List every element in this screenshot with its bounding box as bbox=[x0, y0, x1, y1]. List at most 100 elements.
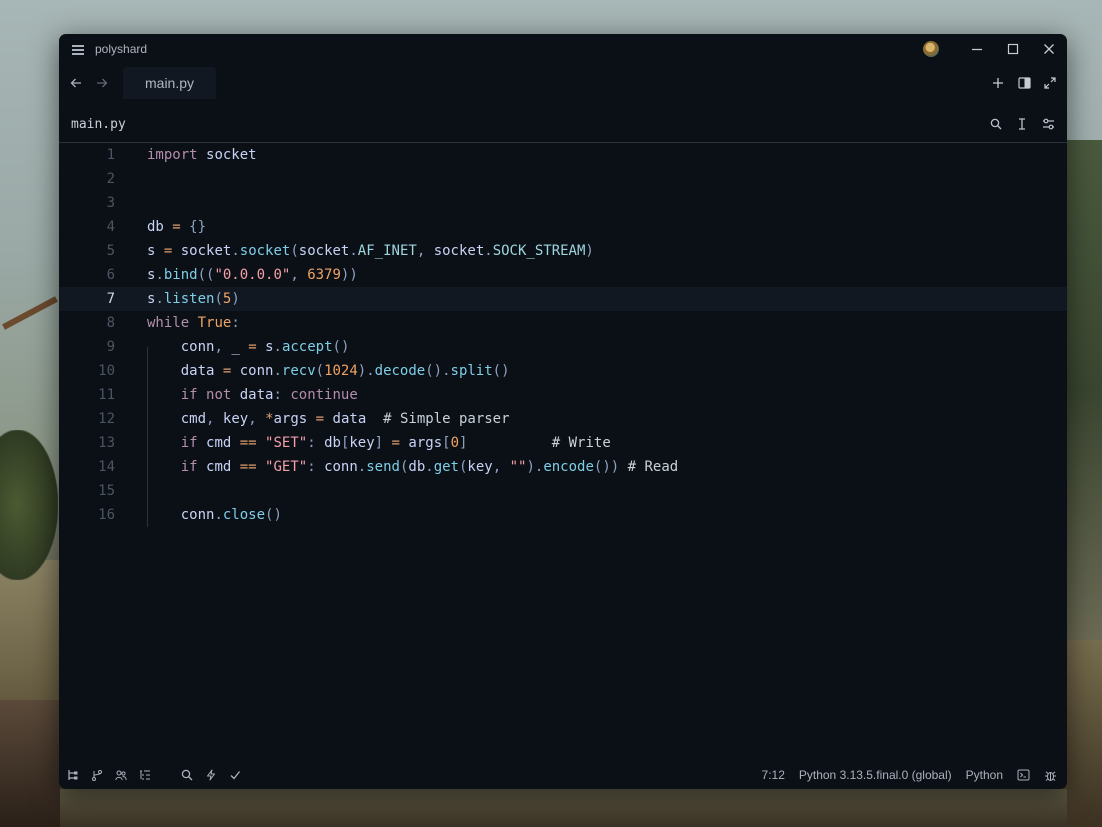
minimize-button[interactable] bbox=[959, 34, 995, 64]
code-token: recv bbox=[281, 363, 316, 379]
code-token: () bbox=[332, 339, 350, 355]
code-token: s bbox=[265, 339, 274, 355]
code-line[interactable]: 5 s = socket.socket(socket.AF_INET, socke… bbox=[59, 239, 1067, 263]
code-text: cmd, key, *args = data # Simple parser bbox=[147, 407, 510, 431]
code-text: if cmd == "GET": conn.send(db.get(key, "… bbox=[147, 455, 678, 479]
breadcrumb: main.py bbox=[59, 106, 1067, 143]
code-token: cmd bbox=[206, 459, 232, 475]
editor-actions bbox=[987, 106, 1057, 142]
line-number: 11 bbox=[98, 387, 115, 403]
forward-button[interactable] bbox=[89, 70, 115, 96]
new-tab-button[interactable] bbox=[989, 74, 1007, 92]
code-token: if bbox=[180, 459, 198, 475]
project-tree-icon[interactable] bbox=[67, 769, 79, 781]
code-token: if bbox=[180, 387, 198, 403]
collaborators-icon[interactable] bbox=[115, 769, 127, 781]
code-token: . bbox=[273, 339, 282, 355]
code-line[interactable]: 9 conn, _ = s.accept() bbox=[59, 335, 1067, 359]
code-line[interactable]: 15 bbox=[59, 479, 1067, 503]
close-button[interactable] bbox=[1031, 34, 1067, 64]
close-icon bbox=[1044, 44, 1054, 54]
arrow-left-icon bbox=[70, 78, 81, 88]
settings-button[interactable] bbox=[1039, 115, 1057, 133]
code-token: decode bbox=[374, 363, 426, 379]
text-cursor-icon bbox=[1019, 118, 1025, 130]
code-token: send bbox=[366, 459, 400, 475]
cursor-position[interactable]: 7:12 bbox=[762, 768, 785, 782]
lightning-icon[interactable] bbox=[205, 769, 217, 781]
code-token: {} bbox=[189, 219, 207, 235]
code-line[interactable]: 14 if cmd == "GET": conn.send(db.get(key… bbox=[59, 455, 1067, 479]
interpreter-label[interactable]: Python 3.13.5.final.0 (global) bbox=[799, 768, 952, 782]
code-line[interactable]: 2 bbox=[59, 167, 1067, 191]
code-line[interactable]: 12 cmd, key, *args = data # Simple parse… bbox=[59, 407, 1067, 431]
code-token: conn bbox=[239, 363, 274, 379]
code-token: split bbox=[450, 363, 493, 379]
debug-icon[interactable] bbox=[1044, 769, 1057, 782]
split-view-button[interactable] bbox=[1015, 74, 1033, 92]
code-token: data bbox=[239, 387, 274, 403]
code-token: * bbox=[265, 411, 274, 427]
search-button[interactable] bbox=[987, 115, 1005, 133]
back-button[interactable] bbox=[63, 70, 89, 96]
code-line[interactable]: 13 if cmd == "SET": db[key] = args[0] # … bbox=[59, 431, 1067, 455]
file-path[interactable]: main.py bbox=[71, 117, 126, 132]
search-icon[interactable] bbox=[181, 769, 193, 781]
status-left-icons bbox=[67, 769, 241, 781]
fullscreen-button[interactable] bbox=[1041, 74, 1059, 92]
code-line[interactable]: 16 conn.close() bbox=[59, 503, 1067, 527]
outline-icon[interactable] bbox=[139, 769, 151, 781]
language-mode[interactable]: Python bbox=[966, 768, 1003, 782]
menu-icon[interactable] bbox=[72, 44, 86, 55]
code-line[interactable]: 3 bbox=[59, 191, 1067, 215]
code-token: : bbox=[307, 459, 316, 475]
text-cursor-button[interactable] bbox=[1013, 115, 1031, 133]
git-branch-icon[interactable] bbox=[91, 769, 103, 781]
tab-main-py[interactable]: main.py bbox=[123, 67, 217, 99]
code-token: = bbox=[248, 339, 257, 355]
avatar[interactable] bbox=[923, 41, 939, 57]
line-number: 15 bbox=[98, 483, 115, 499]
code-token: ( bbox=[315, 363, 325, 379]
code-editor[interactable]: 1 import socket 2 3 4 db = {} 5 s = socket.sock… bbox=[59, 143, 1067, 761]
maximize-icon bbox=[1007, 43, 1019, 55]
code-token: )) bbox=[340, 267, 358, 283]
code-line[interactable]: 7 s.listen(5) bbox=[59, 287, 1067, 311]
arrow-right-icon bbox=[97, 78, 108, 88]
code-line[interactable]: 10 data = conn.recv(1024).decode().split… bbox=[59, 359, 1067, 383]
minimize-icon bbox=[972, 48, 982, 51]
code-token: : bbox=[273, 387, 282, 403]
code-line[interactable]: 11 if not data: continue bbox=[59, 383, 1067, 407]
code-line[interactable]: 6 s.bind(("0.0.0.0", 6379)) bbox=[59, 263, 1067, 287]
check-icon[interactable] bbox=[229, 769, 241, 781]
code-line[interactable]: 4 db = {} bbox=[59, 215, 1067, 239]
code-token: () bbox=[265, 507, 282, 523]
code-line[interactable]: 1 import socket bbox=[59, 143, 1067, 167]
code-token: : bbox=[231, 315, 240, 331]
maximize-button[interactable] bbox=[995, 34, 1031, 64]
code-token: == bbox=[239, 435, 257, 451]
code-token: key bbox=[222, 411, 249, 427]
code-line[interactable]: 8 while True: bbox=[59, 311, 1067, 335]
code-token: # Write bbox=[467, 435, 611, 451]
line-number: 3 bbox=[106, 195, 115, 211]
code-token: key bbox=[467, 459, 493, 475]
terminal-icon[interactable] bbox=[1017, 769, 1030, 781]
code-token: . bbox=[155, 267, 164, 283]
wallpaper-boats bbox=[60, 789, 1067, 827]
code-token: SOCK_STREAM bbox=[492, 243, 586, 259]
